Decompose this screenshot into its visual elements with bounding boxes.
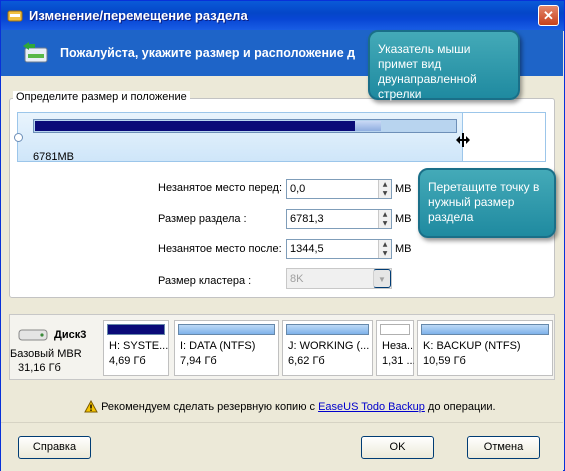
- partition-h-size: 4,69 Гб: [109, 355, 146, 367]
- resize-cursor-icon: [456, 133, 470, 147]
- partition-i[interactable]: I: DATA (NTFS) 7,94 Гб: [174, 320, 279, 376]
- drag-hint-callout: Перетащите точку в нужный размер раздела: [418, 168, 556, 238]
- cluster-size-value: 8K: [290, 273, 304, 285]
- free-before-unit: MB: [395, 183, 412, 195]
- cluster-size-label: Размер кластера :: [158, 275, 252, 287]
- partition-h-bar: [107, 324, 165, 335]
- free-after-input[interactable]: 1344,5 ▲ ▼: [286, 239, 392, 259]
- disk-name: Диск3: [54, 329, 87, 341]
- warning-prefix: Рекомендуем сделать резервную копию с: [101, 401, 319, 413]
- partition-i-size: 7,94 Гб: [180, 355, 217, 367]
- cursor-hint-callout: Указатель мыши примет вид двунаправленно…: [368, 30, 520, 101]
- partition-k-size: 10,59 Гб: [423, 355, 466, 367]
- free-after-label: Незанятое место после:: [158, 243, 282, 255]
- instruction-text: Пожалуйста, укажите размер и расположени…: [60, 46, 356, 60]
- close-button[interactable]: ✕: [538, 5, 559, 26]
- partition-used-fill: [35, 121, 355, 131]
- partition-k-bar: [421, 324, 549, 335]
- disk-type: Базовый MBR: [10, 348, 82, 360]
- free-before-input[interactable]: 0,0 ▲ ▼: [286, 179, 392, 199]
- help-button[interactable]: Справка: [18, 436, 91, 459]
- easeus-todo-backup-link[interactable]: EaseUS Todo Backup: [318, 401, 425, 413]
- hard-disk-icon: [18, 329, 48, 341]
- partition-h-name: H: SYSTE...: [109, 340, 169, 352]
- free-after-unit: MB: [395, 243, 412, 255]
- partition-j-name: J: WORKING (...: [288, 340, 370, 352]
- partition-j-bar: [286, 324, 369, 335]
- partition-size-bar[interactable]: [33, 119, 457, 133]
- partition-unallocated-bar: [380, 324, 410, 335]
- partition-size-stepper[interactable]: ▲ ▼: [378, 210, 391, 228]
- backup-warning: Рекомендуем сделать резервную копию с Ea…: [84, 399, 496, 413]
- group-label: Определите размер и положение: [13, 91, 190, 103]
- cancel-button[interactable]: Отмена: [467, 436, 540, 459]
- partition-unallocated-size: 1,31 ...: [382, 355, 414, 367]
- partition-k-name: K: BACKUP (NTFS): [423, 340, 521, 352]
- partition-h[interactable]: H: SYSTE... 4,69 Гб: [103, 320, 169, 376]
- title-bar[interactable]: Изменение/перемещение раздела ✕: [1, 1, 564, 31]
- partition-j-size: 6,62 Гб: [288, 355, 325, 367]
- partition-app-icon: [7, 10, 23, 22]
- free-after-value: 1344,5: [290, 243, 324, 255]
- chevron-down-icon[interactable]: ▼: [373, 269, 391, 288]
- partition-j[interactable]: J: WORKING (... 6,62 Гб: [282, 320, 373, 376]
- free-before-label: Незанятое место перед:: [158, 182, 283, 194]
- free-after-stepper[interactable]: ▲ ▼: [378, 240, 391, 258]
- free-before-stepper[interactable]: ▲ ▼: [378, 180, 391, 198]
- partition-size-input[interactable]: 6781,3 ▲ ▼: [286, 209, 392, 229]
- cluster-size-select[interactable]: 8K ▼: [286, 268, 392, 289]
- free-before-value: 0,0: [290, 183, 306, 195]
- window-title: Изменение/перемещение раздела: [29, 8, 248, 23]
- partition-i-name: I: DATA (NTFS): [180, 340, 256, 352]
- warning-icon: [84, 399, 98, 413]
- partition-size-label: Размер раздела :: [158, 213, 247, 225]
- disk-size: 31,16 Гб: [18, 362, 61, 374]
- partition-free-fill: [355, 121, 381, 131]
- cursor-hint-text: Указатель мыши примет вид двунаправленно…: [378, 42, 477, 101]
- partition-unallocated-name: Неза...: [382, 340, 414, 352]
- drag-hint-text: Перетащите точку в нужный размер раздела: [428, 180, 540, 224]
- partition-k[interactable]: K: BACKUP (NTFS) 10,59 Гб: [417, 320, 553, 376]
- partition-size-value: 6781,3: [290, 213, 324, 225]
- partition-unallocated[interactable]: Неза... 1,31 ...: [376, 320, 414, 376]
- resize-partition-icon: [23, 42, 48, 63]
- partition-size-unit: MB: [395, 213, 412, 225]
- partition-size-text: 6781MB: [33, 151, 74, 163]
- close-icon: ✕: [543, 8, 554, 23]
- partition-i-bar: [178, 324, 275, 335]
- unallocated-space-box[interactable]: [462, 112, 546, 162]
- ok-button[interactable]: OK: [361, 436, 434, 459]
- left-resize-handle[interactable]: [14, 133, 23, 142]
- warning-suffix: до операции.: [424, 401, 496, 413]
